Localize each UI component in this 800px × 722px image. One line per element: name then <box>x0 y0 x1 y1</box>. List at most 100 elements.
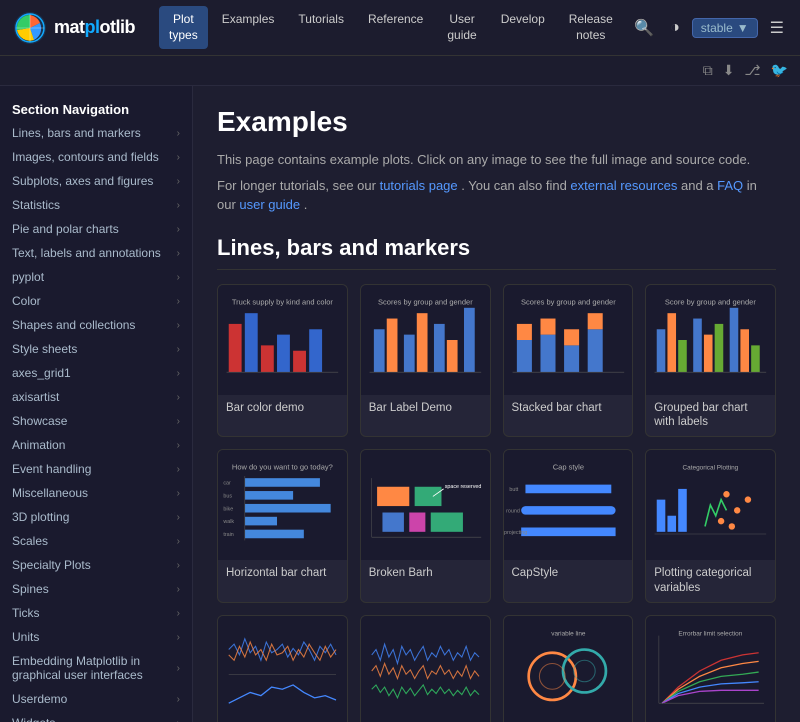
sidebar-item-embedding[interactable]: Embedding Matplotlib in graphical user i… <box>0 649 192 687</box>
sidebar-item-subplots[interactable]: Subplots, axes and figures › <box>0 169 192 193</box>
svg-text:variable line: variable line <box>551 631 586 638</box>
version-badge[interactable]: stable ▼ <box>692 18 758 38</box>
sidebar-item-event-handling[interactable]: Event handling › <box>0 457 192 481</box>
sidebar-item-widgets[interactable]: Widgets › <box>0 711 192 722</box>
chevron-icon: › <box>177 392 180 403</box>
user-guide-link[interactable]: user guide <box>239 197 300 212</box>
errorbar-chart: Errorbar limit selection <box>646 616 775 722</box>
sidebar-item-color[interactable]: Color › <box>0 289 192 313</box>
sidebar: Section Navigation Lines, bars and marke… <box>0 86 193 722</box>
gallery-card-error-band[interactable]: variable line Curve with error band <box>503 615 634 722</box>
card-image-error-band: variable line <box>504 616 633 722</box>
page-title: Examples <box>217 106 776 138</box>
sidebar-item-spines[interactable]: Spines › <box>0 577 192 601</box>
gallery-card-coherence[interactable]: Plotting the coherence of two signals <box>217 615 348 722</box>
sidebar-item-specialty-plots[interactable]: Specialty Plots › <box>0 553 192 577</box>
horizontal-bar-chart: How do you want to go today? car bus bik… <box>218 450 347 560</box>
card-image-stacked-bar: Scores by group and gender <box>504 285 633 395</box>
sidebar-item-axes-grid1[interactable]: axes_grid1 › <box>0 361 192 385</box>
gallery-card-csd[interactable]: CSD Demo <box>360 615 491 722</box>
intro-text-1: This page contains example plots. Click … <box>217 150 776 170</box>
gallery-card-broken-barh[interactable]: space reserved Broken Barh <box>360 449 491 603</box>
chevron-icon: › <box>177 512 180 523</box>
chevron-icon: › <box>177 176 180 187</box>
tutorials-page-link[interactable]: tutorials page <box>380 178 458 193</box>
chevron-icon: › <box>177 320 180 331</box>
categorical-chart: Categorical Plotting <box>646 450 775 560</box>
github-icon[interactable]: ⎇ <box>744 62 760 79</box>
binder-icon[interactable]: ⧉ <box>703 62 713 79</box>
sidebar-item-units[interactable]: Units › <box>0 625 192 649</box>
sidebar-item-statistics[interactable]: Statistics › <box>0 193 192 217</box>
gallery-card-categorical[interactable]: Categorical Plotting <box>645 449 776 603</box>
gallery-card-bar-label[interactable]: Scores by group and gender Bar Label Dem… <box>360 284 491 438</box>
sidebar-item-axisartist[interactable]: axisartist › <box>0 385 192 409</box>
card-image-horizontal-bar: How do you want to go today? car bus bik… <box>218 450 347 560</box>
sidebar-item-miscellaneous[interactable]: Miscellaneous › <box>0 481 192 505</box>
gallery-card-bar-color[interactable]: Truck supply by kind and color Bar color… <box>217 284 348 438</box>
sidebar-item-3d-plotting[interactable]: 3D plotting › <box>0 505 192 529</box>
logo[interactable]: matplotlib <box>12 10 135 46</box>
svg-text:Scores by group and gender: Scores by group and gender <box>521 297 616 306</box>
sidebar-item-shapes[interactable]: Shapes and collections › <box>0 313 192 337</box>
search-button[interactable]: 🔍 <box>630 14 658 42</box>
svg-text:car: car <box>223 481 231 487</box>
svg-text:Categorical Plotting: Categorical Plotting <box>683 465 739 472</box>
chevron-icon: › <box>177 632 180 643</box>
gallery-card-errorbar[interactable]: Errorbar limit selection Errorbar limit … <box>645 615 776 722</box>
nav-plot-types[interactable]: Plottypes <box>159 6 208 49</box>
card-label-bar-color: Bar color demo <box>218 395 347 425</box>
sidebar-label: Style sheets <box>12 342 77 356</box>
card-image-coherence <box>218 616 347 722</box>
gallery-card-grouped-bar[interactable]: Score by group and gender Grouped bar ch… <box>645 284 776 438</box>
sidebar-item-scales[interactable]: Scales › <box>0 529 192 553</box>
intro2-end: . <box>304 197 308 212</box>
error-band-chart: variable line <box>504 616 633 722</box>
nav-release-notes[interactable]: Releasenotes <box>559 6 623 49</box>
chevron-icon: › <box>177 296 180 307</box>
gallery-grid: Truck supply by kind and color Bar color… <box>217 284 776 722</box>
faq-link[interactable]: FAQ <box>717 178 743 193</box>
gallery-card-horizontal-bar[interactable]: How do you want to go today? car bus bik… <box>217 449 348 603</box>
sidebar-label: Animation <box>12 438 65 452</box>
sidebar-item-pyplot[interactable]: pyplot › <box>0 265 192 289</box>
gallery-card-stacked-bar[interactable]: Scores by group and gender <box>503 284 634 438</box>
svg-text:round: round <box>506 509 520 515</box>
gallery-card-capstyle[interactable]: Cap style butt round projecting CapStyle <box>503 449 634 603</box>
nav-user-guide[interactable]: Userguide <box>437 6 486 49</box>
nav-tutorials[interactable]: Tutorials <box>288 6 354 49</box>
twitter-icon[interactable]: 🐦 <box>771 62 788 79</box>
intro-text-2: For longer tutorials, see our tutorials … <box>217 176 776 215</box>
sidebar-label: Pie and polar charts <box>12 222 119 236</box>
bar-label-chart: Scores by group and gender <box>361 285 490 395</box>
download-icon[interactable]: ⬇ <box>723 62 735 79</box>
nav-reference[interactable]: Reference <box>358 6 433 49</box>
nav-develop[interactable]: Develop <box>491 6 555 49</box>
sidebar-item-stylesheets[interactable]: Style sheets › <box>0 337 192 361</box>
sidebar-item-ticks[interactable]: Ticks › <box>0 601 192 625</box>
content-area: Examples This page contains example plot… <box>193 86 800 722</box>
menu-button[interactable]: ☰ <box>766 14 788 42</box>
sidebar-item-pie[interactable]: Pie and polar charts › <box>0 217 192 241</box>
sidebar-label: pyplot <box>12 270 44 284</box>
sidebar-item-images[interactable]: Images, contours and fields › <box>0 145 192 169</box>
sidebar-label: Scales <box>12 534 48 548</box>
sidebar-item-animation[interactable]: Animation › <box>0 433 192 457</box>
sidebar-item-text[interactable]: Text, labels and annotations › <box>0 241 192 265</box>
external-resources-link[interactable]: external resources <box>570 178 677 193</box>
sidebar-item-lines-bars[interactable]: Lines, bars and markers › <box>0 121 192 145</box>
svg-text:Cap style: Cap style <box>552 463 583 472</box>
sidebar-label: Color <box>12 294 41 308</box>
sidebar-item-showcase[interactable]: Showcase › <box>0 409 192 433</box>
sidebar-label: axisartist <box>12 390 59 404</box>
chevron-icon: › <box>177 416 180 427</box>
sidebar-label: Spines <box>12 582 49 596</box>
theme-toggle-button[interactable]: ◑ <box>666 15 684 41</box>
grouped-bar-chart: Score by group and gender <box>646 285 775 395</box>
sidebar-label: Showcase <box>12 414 67 428</box>
sidebar-item-userdemo[interactable]: Userdemo › <box>0 687 192 711</box>
chevron-down-icon: ▼ <box>737 21 749 35</box>
intro2-pre: For longer tutorials, see our <box>217 178 380 193</box>
nav-examples[interactable]: Examples <box>212 6 285 49</box>
svg-text:walk: walk <box>222 520 234 526</box>
